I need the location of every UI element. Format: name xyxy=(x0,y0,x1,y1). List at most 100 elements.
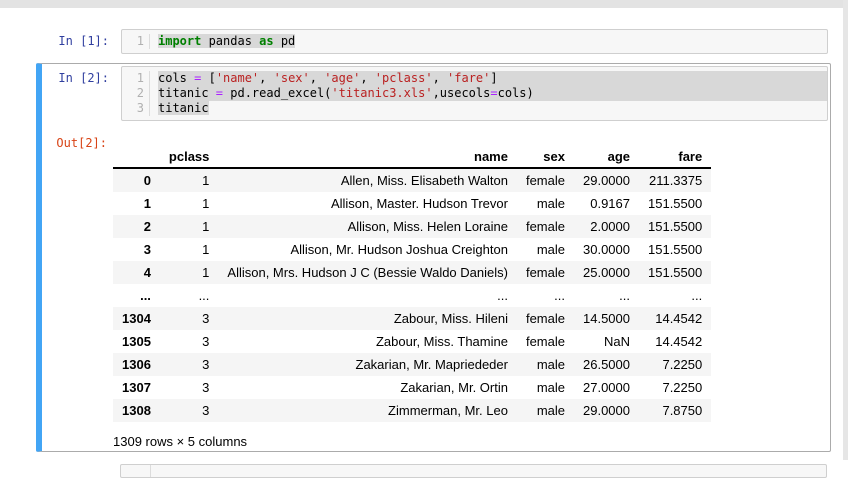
table-row: 1305 3 Zabour, Miss. Thamine female NaN 14.45… xyxy=(113,330,711,353)
table-cell: Allison, Mrs. Hudson J C (Bessie Waldo D… xyxy=(227,264,508,280)
table-cell: ... xyxy=(691,287,703,303)
table-cell: 14.5000 xyxy=(583,310,630,326)
row-index: ... xyxy=(140,287,151,303)
table-cell: 30.0000 xyxy=(583,241,630,257)
table-cell: 151.5500 xyxy=(648,241,703,257)
page-right-edge xyxy=(843,0,848,460)
table-cell: male xyxy=(536,241,565,257)
code-token: cols) xyxy=(497,86,534,100)
table-cell: Zakarian, Mr. Mapriededer xyxy=(355,356,508,372)
code-token-kw: import xyxy=(158,34,202,48)
code-lines: import pandas as pd xyxy=(150,34,827,49)
table-cell: ... xyxy=(198,287,210,303)
code-token: cols xyxy=(158,71,195,85)
table-row: 3 1 Allison, Mr. Hudson Joshua Creighton ma… xyxy=(113,238,711,261)
table-cell: 7.2250 xyxy=(662,356,703,372)
table-cell: Zabour, Miss. Thamine xyxy=(375,333,508,349)
column-header-sex: sex xyxy=(516,145,574,169)
code-cell-1[interactable]: In [1]: 1 import pandas as pd xyxy=(36,28,831,55)
table-cell: 25.0000 xyxy=(583,264,630,280)
table-row: 1 1 Allison, Master. Hudson Trevor male 0.91… xyxy=(113,192,711,215)
code-token-str: 'age' xyxy=(324,71,361,85)
code-token-op: = xyxy=(215,86,224,100)
table-cell: Zakarian, Mr. Ortin xyxy=(400,379,508,395)
code-cell-2[interactable]: In [2]: 123 cols = ['name', 'sex', 'age'… xyxy=(36,63,831,452)
row-index: 1 xyxy=(143,195,151,211)
row-index: 2 xyxy=(143,218,151,234)
line-number: 3 xyxy=(136,101,144,115)
table-cell: 29.0000 xyxy=(583,402,630,418)
table-cell: Zabour, Miss. Hileni xyxy=(393,310,508,326)
dataframe-summary: 1309 rows × 5 columns xyxy=(113,433,248,449)
line-number: 1 xyxy=(136,34,144,48)
table-cell: 151.5500 xyxy=(648,218,703,234)
row-index: 1307 xyxy=(122,379,151,395)
column-header-name: name xyxy=(218,145,517,169)
code-token: , xyxy=(432,71,448,85)
code-cell-3[interactable] xyxy=(120,464,827,478)
table-cell: 3 xyxy=(202,333,210,349)
code-token-str: 'titanic3.xls' xyxy=(331,86,433,100)
table-row: 4 1 Allison, Mrs. Hudson J C (Bessie Waldo… xyxy=(113,260,712,284)
table-row: 1304 3 Zabour, Miss. Hileni female 14.5000 14… xyxy=(113,306,712,330)
line-number: 1 xyxy=(136,71,144,85)
code-editor-2[interactable]: 123 cols = ['name', 'sex', 'age', 'pclas… xyxy=(121,66,828,121)
table-cell: 1 xyxy=(202,172,210,188)
line-number-gutter xyxy=(150,465,151,477)
table-cell: 14.4542 xyxy=(655,310,703,326)
code-editor-1[interactable]: 1 import pandas as pd xyxy=(121,29,828,54)
input-row: In [1]: 1 import pandas as pd xyxy=(42,29,830,54)
code-line: titanic = pd.read_excel('titanic3.xls',u… xyxy=(158,86,827,101)
table-cell: 7.8750 xyxy=(662,402,703,418)
input-prompt-2: In [2]: xyxy=(58,71,109,85)
table-cell: 3 xyxy=(202,379,210,395)
table-cell: male xyxy=(536,402,565,418)
code-token: pd xyxy=(273,34,296,48)
table-cell: 26.5000 xyxy=(583,356,630,372)
table-cell: Allison, Miss. Helen Loraine xyxy=(347,218,508,234)
table-row: .................. xyxy=(113,284,711,307)
row-index: 4 xyxy=(143,264,151,280)
table-cell: female xyxy=(525,333,565,349)
input-row: In [2]: 123 cols = ['name', 'sex', 'age'… xyxy=(42,66,830,124)
table-cell: male xyxy=(536,356,565,372)
code-token-str: 'sex' xyxy=(273,71,310,85)
code-token-op: = xyxy=(490,86,498,100)
code-token: titanic xyxy=(158,101,209,115)
table-row: 0 1 Allen, Miss. Elisabeth Walton female 29.… xyxy=(113,167,712,192)
table-cell: Zimmerman, Mr. Leo xyxy=(388,402,508,418)
code-token: pd.read_excel( xyxy=(223,86,332,100)
table-cell: ... xyxy=(497,287,508,303)
table-cell: 29.0000 xyxy=(583,172,630,188)
code-token: titanic xyxy=(158,86,216,100)
table-cell: 3 xyxy=(202,356,210,372)
table-cell: 1 xyxy=(202,241,210,257)
code-line: cols = ['name', 'sex', 'age', 'pclass', … xyxy=(158,71,827,86)
notebook: In [1]: 1 import pandas as pd In [2]: 12… xyxy=(0,8,843,478)
row-index: 1306 xyxy=(122,356,151,372)
code-token-str: 'pclass' xyxy=(374,71,433,85)
table-cell: 211.3375 xyxy=(648,172,703,188)
table-cell: 14.4542 xyxy=(655,333,703,349)
table-header-row: pclass name sex age fare xyxy=(113,145,712,169)
code-token: ,usecols xyxy=(432,86,491,100)
table-cell: 3 xyxy=(202,310,210,326)
table-cell: 1 xyxy=(202,218,210,234)
table-cell: female xyxy=(525,264,565,280)
table-cell: male xyxy=(536,379,565,395)
table-cell: 7.2250 xyxy=(662,379,703,395)
code-token-kw: as xyxy=(259,34,274,48)
code-token: pandas xyxy=(201,34,260,48)
row-index: 1308 xyxy=(122,402,151,418)
code-lines: cols = ['name', 'sex', 'age', 'pclass', … xyxy=(150,71,827,116)
table-cell: 3 xyxy=(202,402,210,418)
line-number-gutter: 123 xyxy=(122,71,150,116)
table-cell: NaN xyxy=(603,333,630,349)
table-cell: female xyxy=(525,310,565,326)
column-header-pclass: pclass xyxy=(159,145,219,169)
table-cell: 27.0000 xyxy=(583,379,630,395)
row-index: 0 xyxy=(143,172,151,188)
table-cell: Allen, Miss. Elisabeth Walton xyxy=(340,172,508,188)
table-cell: 0.9167 xyxy=(590,195,630,211)
code-token: [ xyxy=(201,71,216,85)
